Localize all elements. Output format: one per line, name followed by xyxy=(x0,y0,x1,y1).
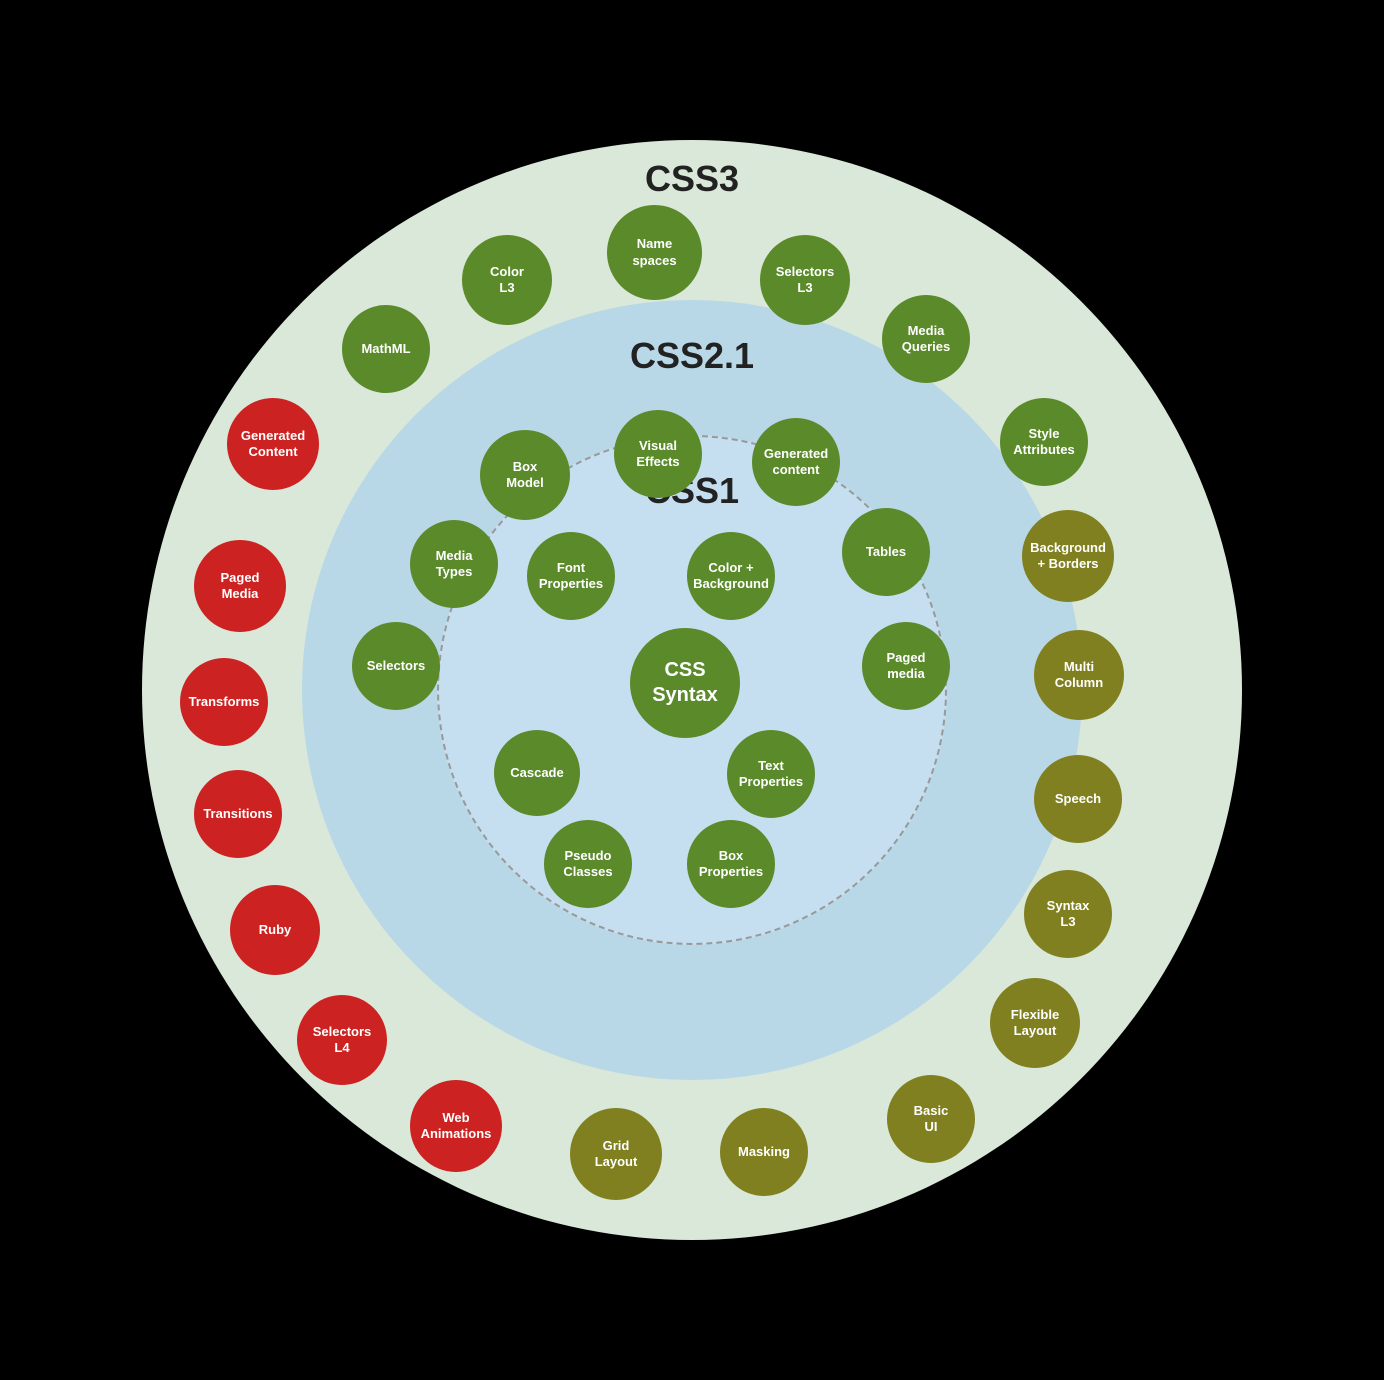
node-media-types[interactable]: MediaTypes xyxy=(410,520,498,608)
node-visual-effects[interactable]: VisualEffects xyxy=(614,410,702,498)
node-grid-layout[interactable]: GridLayout xyxy=(570,1108,662,1200)
node-color-background[interactable]: Color +Background xyxy=(687,532,775,620)
node-selectors-l4[interactable]: SelectorsL4 xyxy=(297,995,387,1085)
node-namespaces[interactable]: Namespaces xyxy=(607,205,702,300)
node-box-properties[interactable]: BoxProperties xyxy=(687,820,775,908)
node-font-properties[interactable]: FontProperties xyxy=(527,532,615,620)
node-css-syntax[interactable]: CSSSyntax xyxy=(630,628,740,738)
node-style-attributes[interactable]: StyleAttributes xyxy=(1000,398,1088,486)
diagram: CSS3 CSS2.1 CSS1 CSSSyntaxColorL3Namespa… xyxy=(142,140,1242,1240)
node-paged-media-green[interactable]: Pagedmedia xyxy=(862,622,950,710)
node-generated-content-green[interactable]: Generatedcontent xyxy=(752,418,840,506)
node-web-animations[interactable]: WebAnimations xyxy=(410,1080,502,1172)
node-basic-ui[interactable]: BasicUI xyxy=(887,1075,975,1163)
node-color-l3[interactable]: ColorL3 xyxy=(462,235,552,325)
node-syntax-l3[interactable]: SyntaxL3 xyxy=(1024,870,1112,958)
node-transforms[interactable]: Transforms xyxy=(180,658,268,746)
node-transitions[interactable]: Transitions xyxy=(194,770,282,858)
node-multi-column[interactable]: MultiColumn xyxy=(1034,630,1124,720)
node-pseudo-classes[interactable]: PseudoClasses xyxy=(544,820,632,908)
node-cascade[interactable]: Cascade xyxy=(494,730,580,816)
node-selectors-l3[interactable]: SelectorsL3 xyxy=(760,235,850,325)
node-selectors-css1[interactable]: Selectors xyxy=(352,622,440,710)
node-mathml[interactable]: MathML xyxy=(342,305,430,393)
node-flexible-layout[interactable]: FlexibleLayout xyxy=(990,978,1080,1068)
node-background-borders[interactable]: Background+ Borders xyxy=(1022,510,1114,602)
node-tables[interactable]: Tables xyxy=(842,508,930,596)
node-media-queries[interactable]: MediaQueries xyxy=(882,295,970,383)
node-ruby[interactable]: Ruby xyxy=(230,885,320,975)
node-generated-content[interactable]: GeneratedContent xyxy=(227,398,319,490)
node-paged-media-red[interactable]: PagedMedia xyxy=(194,540,286,632)
node-box-model[interactable]: BoxModel xyxy=(480,430,570,520)
node-masking[interactable]: Masking xyxy=(720,1108,808,1196)
node-text-properties[interactable]: TextProperties xyxy=(727,730,815,818)
node-speech[interactable]: Speech xyxy=(1034,755,1122,843)
